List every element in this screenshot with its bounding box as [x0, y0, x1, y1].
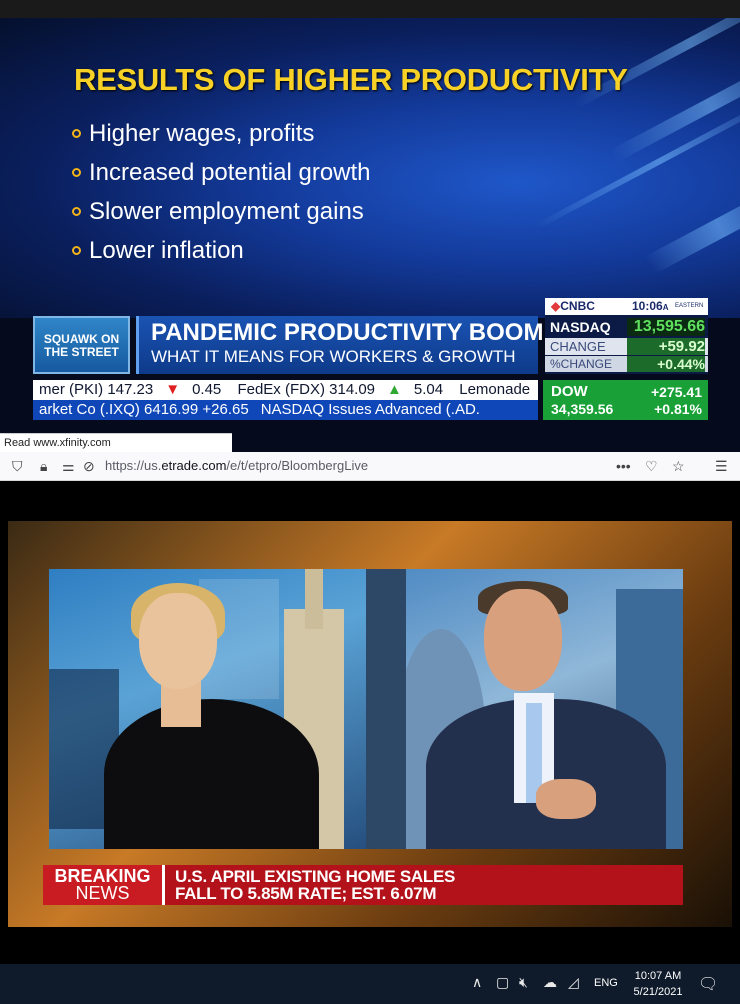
subheadline-text: WHAT IT MEANS FOR WORKERS & GROWTH [151, 347, 516, 366]
cnbc-clock-row: ◆CNBC 10:06A EASTERN [545, 298, 708, 315]
bloomberg-stream-window: BREAKING NEWS U.S. APRIL EXISTING HOME S… [0, 481, 740, 963]
bullet-item: Higher wages, profits [72, 114, 371, 153]
chevron-up-icon[interactable]: ∧ [472, 974, 482, 991]
bloomberg-video[interactable]: BREAKING NEWS U.S. APRIL EXISTING HOME S… [8, 521, 732, 927]
anchor-woman [139, 593, 217, 689]
cnbc-slide: RESULTS OF HIGHER PRODUCTIVITY Higher wa… [0, 18, 740, 318]
meet-now-icon[interactable]: ▢ [496, 974, 509, 991]
breaking-news-text: U.S. APRIL EXISTING HOME SALES FALL TO 5… [175, 867, 456, 903]
clock: 10:06A [632, 299, 669, 313]
breaking-news-label: BREAKING NEWS [43, 865, 165, 905]
bullet-dot-icon [72, 168, 81, 177]
bullet-dot-icon [72, 246, 81, 255]
change-row: CHANGE +59.92 [545, 338, 708, 355]
slide-title: RESULTS OF HIGHER PRODUCTIVITY [74, 62, 628, 97]
ticker-bottom: arket Co (.IXQ) 6416.99 +26.65 NASDAQ Iss… [33, 400, 538, 420]
anchor-man [484, 589, 562, 691]
bullet-item: Lower inflation [72, 231, 371, 270]
anchor-left-feed [49, 569, 366, 849]
permissions-icon[interactable]: ⚌ [62, 452, 75, 480]
dow-change: +275.41 [651, 384, 702, 400]
menu-icon[interactable]: ☰ [715, 452, 728, 480]
squawk-on-the-street-logo: SQUAWK ON THE STREET [33, 316, 130, 374]
lock-icon[interactable]: 🔒︎ [40, 452, 47, 480]
anchor-right-feed [366, 569, 683, 849]
more-icon[interactable]: ••• [616, 452, 631, 480]
shield-icon[interactable]: ⛉ [12, 452, 23, 480]
bookmark-star-icon[interactable]: ☆ [672, 452, 685, 480]
bullet-dot-icon [72, 207, 81, 216]
slide-bullet-list: Higher wages, profits Increased potentia… [72, 114, 371, 270]
breaking-news-band: BREAKING NEWS U.S. APRIL EXISTING HOME S… [43, 865, 683, 905]
bullet-item: Increased potential growth [72, 153, 371, 192]
headline-text: PANDEMIC PRODUCTIVITY BOOM [151, 319, 544, 346]
wifi-icon[interactable]: ◿ [568, 974, 579, 991]
onedrive-icon[interactable]: ☁ [543, 974, 557, 991]
autoplay-blocked-icon[interactable]: ⊘ [83, 452, 95, 480]
change-label: CHANGE [550, 339, 606, 354]
change-value: +59.92 [627, 338, 705, 355]
up-arrow-icon: ▲ [387, 381, 402, 398]
lower-third-headline: PANDEMIC PRODUCTIVITY BOOM WHAT IT MEANS… [136, 316, 544, 374]
pct-change-value: +0.44% [627, 356, 705, 372]
dow-value: 34,359.56 [551, 401, 614, 417]
nasdaq-row: NASDAQ 13,595.66 [545, 317, 708, 336]
notifications-icon[interactable]: 🗨︎ [698, 974, 718, 994]
language-indicator[interactable]: ENG [594, 977, 618, 989]
system-clock[interactable]: 10:07 AM 5/21/2021 [628, 968, 688, 1000]
timezone-label: EASTERN [675, 303, 704, 309]
cnbc-stream-window: RESULTS OF HIGHER PRODUCTIVITY Higher wa… [0, 0, 740, 452]
bullet-item: Slower employment gains [72, 192, 371, 231]
browser-url-bar: ⛉ 🔒︎ ⚌ ⊘ https://us.etrade.com/e/t/etpro… [0, 452, 740, 481]
cnbc-logo: ◆CNBC [551, 299, 595, 313]
url-field[interactable]: https://us.etrade.com/e/t/etpro/Bloomber… [105, 452, 368, 480]
speaker-muted-icon[interactable]: 🔇︎ [519, 974, 528, 991]
dow-pct-change: +0.81% [654, 401, 702, 417]
dow-label: DOW [551, 383, 588, 400]
market-panel: ◆CNBC 10:06A EASTERN NASDAQ 13,595.66 CH… [545, 298, 708, 374]
bullet-dot-icon [72, 129, 81, 138]
down-arrow-icon: ▼ [165, 381, 181, 398]
browser-status-text: Read www.xfinity.com [0, 433, 232, 452]
nasdaq-value: 13,595.66 [627, 318, 705, 336]
windows-taskbar: ∧ ▢ 🔇︎ ☁ ◿ ENG 10:07 AM 5/21/2021 🗨︎ [0, 964, 740, 1004]
nasdaq-label: NASDAQ [550, 319, 611, 335]
pct-change-row: %CHANGE +0.44% [545, 356, 708, 372]
pocket-icon[interactable]: ♡ [645, 452, 658, 480]
pct-change-label: %CHANGE [550, 357, 613, 371]
ticker-top: mer (PKI) 147.23 ▼ 0.45 FedEx (FDX) 314.09… [33, 380, 538, 400]
window-top-strip [0, 0, 740, 18]
dow-box: DOW 34,359.56 +275.41 +0.81% [543, 380, 708, 420]
